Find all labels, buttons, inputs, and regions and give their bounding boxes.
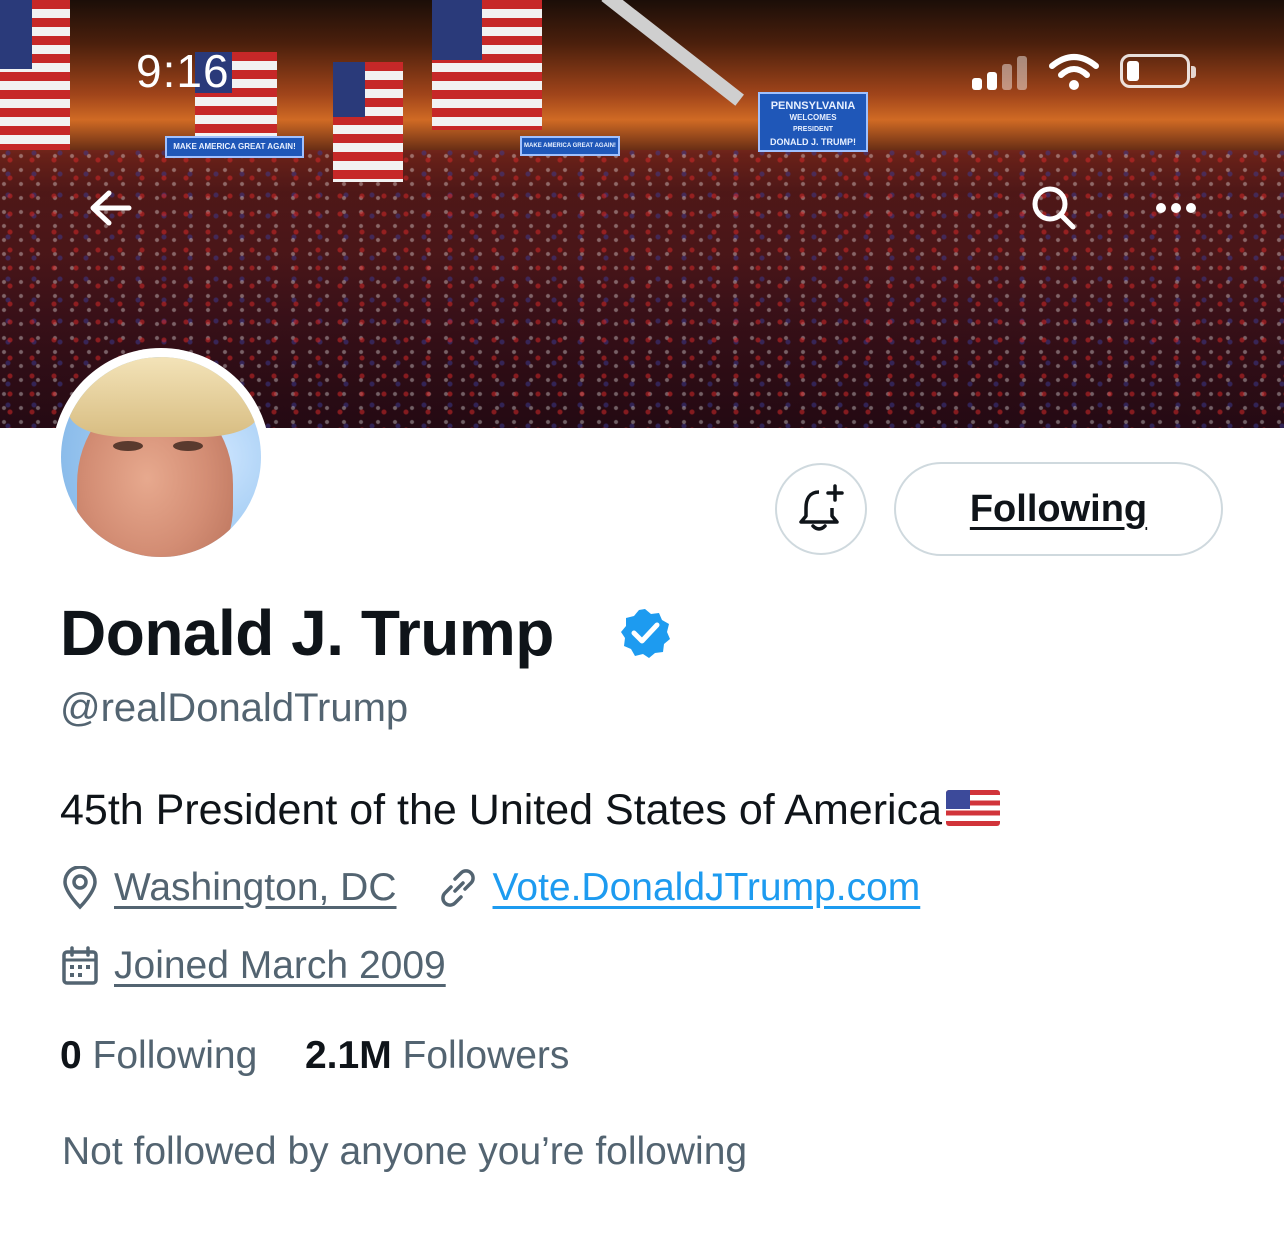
banner-sign-middle: MAKE AMERICA GREAT AGAIN! (520, 136, 620, 156)
banner-sign-line: PENNSYLVANIA (770, 100, 856, 112)
notifications-button[interactable] (775, 463, 867, 555)
avatar[interactable] (52, 348, 270, 566)
battery-icon (1120, 54, 1196, 88)
profile-meta-location-website: Washington, DC Vote.DonaldJTrump.com (60, 866, 920, 910)
cellular-signal-icon (972, 56, 1032, 90)
website-link[interactable]: Vote.DonaldJTrump.com (493, 866, 921, 910)
bio-text: 45th President of the United States of A… (60, 786, 943, 834)
avatar-eye (113, 441, 143, 451)
status-time: 9:16 (136, 45, 230, 97)
more-icon (1156, 203, 1196, 213)
verified-badge-icon (621, 609, 670, 658)
follow-counts: 0 Following 2.1M Followers (60, 1034, 569, 1078)
avatar-image (61, 357, 261, 557)
bell-plus-icon (799, 484, 844, 531)
banner-sign-main: PENNSYLVANIA WELCOMES PRESIDENT DONALD J… (758, 92, 868, 152)
us-flag-emoji (946, 790, 1001, 826)
arrow-left-icon (90, 190, 132, 226)
banner-sign-line: WELCOMES (789, 113, 837, 122)
wifi-icon (1049, 54, 1099, 90)
banner-flag (0, 0, 70, 150)
location-pin-icon (63, 866, 97, 910)
followed-by-note: Not followed by anyone you’re following (62, 1130, 748, 1173)
avatar-hair (69, 357, 259, 437)
profile-meta-joined: Joined March 2009 (60, 944, 446, 988)
search-icon (1032, 186, 1076, 230)
followers-count-link[interactable]: 2.1M Followers (305, 1034, 569, 1077)
calendar-icon (62, 946, 98, 985)
banner-sign-left: MAKE AMERICA GREAT AGAIN! (165, 136, 304, 158)
joined-date: Joined March 2009 (114, 944, 446, 987)
location-link[interactable]: Washington, DC (114, 866, 397, 910)
profile-bio: 45th President of the United States of A… (60, 786, 1001, 835)
following-count: 0 (60, 1034, 82, 1077)
banner-crane (601, 0, 744, 106)
following-label: Following (92, 1034, 258, 1077)
banner-sign-line: PRESIDENT (792, 126, 834, 133)
avatar-eye (173, 441, 203, 451)
followers-count: 2.1M (304, 1034, 392, 1077)
banner-flag (432, 0, 542, 130)
back-button[interactable] (82, 180, 138, 236)
link-icon (440, 869, 475, 907)
profile-name: Donald J. Trump (60, 597, 554, 669)
following-count-link[interactable]: 0 Following (60, 1034, 257, 1077)
more-button[interactable] (1148, 180, 1204, 236)
profile-handle: @realDonaldTrump (60, 686, 409, 730)
followers-label: Followers (402, 1034, 570, 1077)
banner-flag (333, 62, 403, 182)
search-button[interactable] (1026, 180, 1082, 236)
banner-sign-line: DONALD J. TRUMP! (770, 137, 856, 147)
following-button[interactable]: Following (894, 462, 1223, 556)
